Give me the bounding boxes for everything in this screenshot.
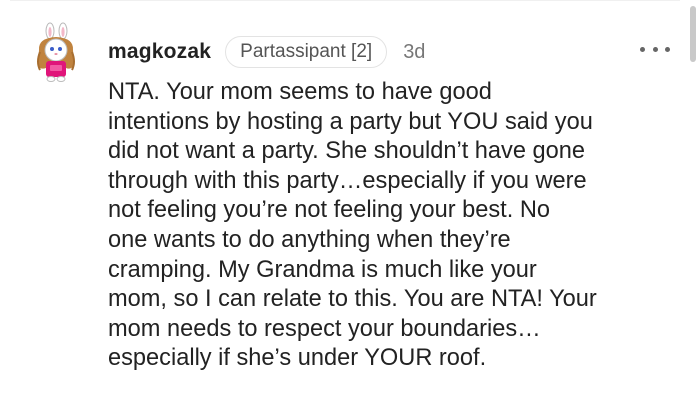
scrollbar[interactable] xyxy=(690,6,696,62)
comment-card: magkozak Partassipant [2] 3d NTA. Your m… xyxy=(0,0,700,420)
comment-body: NTA. Your mom seems to have good intenti… xyxy=(108,79,597,372)
username[interactable]: magkozak xyxy=(108,40,211,64)
dot xyxy=(665,46,670,52)
divider xyxy=(10,0,680,1)
dot xyxy=(652,46,658,52)
bunny-avatar-icon xyxy=(37,22,75,82)
user-flair-badge: Partassipant [2] xyxy=(225,36,388,68)
more-options-icon[interactable] xyxy=(640,38,670,60)
avatar[interactable] xyxy=(26,22,88,84)
dot xyxy=(640,46,645,52)
timestamp: 3d xyxy=(403,40,426,63)
comment-header: magkozak Partassipant [2] 3d xyxy=(108,34,425,70)
